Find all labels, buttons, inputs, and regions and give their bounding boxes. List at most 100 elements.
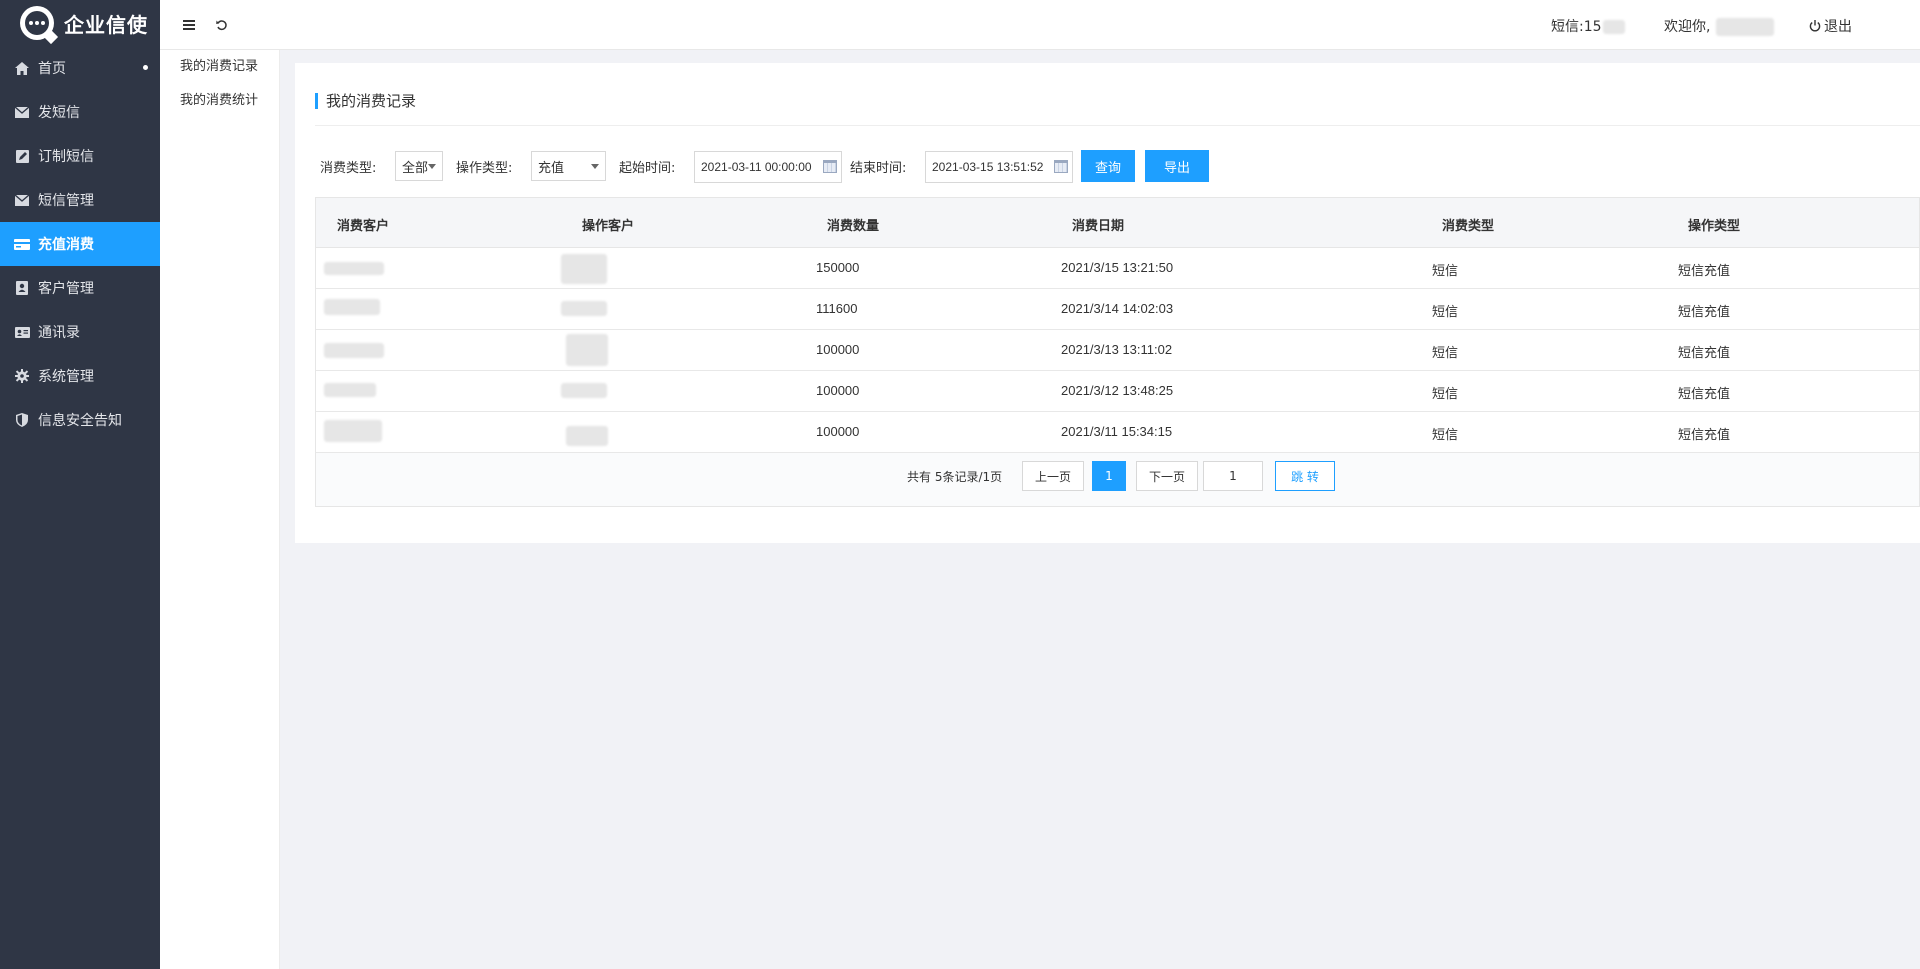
envelope-icon — [14, 104, 30, 120]
table-row[interactable]: 100000 2021/3/13 13:11:02 短信 短信充值 — [316, 330, 1919, 371]
sidebar-item-label: 通讯录 — [38, 325, 80, 341]
calendar-icon[interactable] — [1054, 160, 1068, 173]
cell-date: 2021/3/11 15:34:15 — [1061, 424, 1173, 439]
table-header: 消费客户 操作客户 消费数量 消费日期 消费类型 操作类型 — [316, 198, 1919, 248]
column-header: 消费日期 — [1072, 219, 1125, 234]
end-time-input[interactable]: 2021-03-15 13:51:52 — [925, 151, 1073, 183]
page-title: 我的消费记录 — [315, 93, 416, 109]
cell-quantity: 150000 — [816, 260, 860, 275]
page-number-input[interactable]: 1 — [1203, 461, 1263, 491]
column-header: 消费类型 — [1442, 219, 1495, 234]
column-header: 消费数量 — [827, 219, 880, 234]
cell-op-type: 短信充值 — [1678, 263, 1731, 278]
edit-icon — [14, 148, 30, 164]
redacted-customer — [324, 299, 380, 315]
end-time-value: 2021-03-15 13:51:52 — [932, 160, 1044, 174]
chevron-down-icon — [428, 164, 436, 169]
table-row[interactable]: 111600 2021/3/14 14:02:03 短信 短信充值 — [316, 289, 1919, 330]
main-panel: 我的消费记录 消费类型: 全部 操作类型: 充值 起始时间: 2021-03-1… — [295, 63, 1920, 543]
cell-quantity: 100000 — [816, 383, 860, 398]
pagination-summary: 共有 5条记录/1页 — [907, 470, 1003, 484]
start-time-input[interactable]: 2021-03-11 00:00:00 — [694, 151, 842, 183]
cell-consume-type: 短信 — [1432, 427, 1459, 442]
redacted-operator — [566, 426, 608, 446]
consume-type-select[interactable]: 全部 — [395, 151, 443, 181]
op-type-value: 充值 — [538, 160, 565, 176]
sidebar-item-custom-sms[interactable]: 订制短信 — [0, 134, 160, 178]
cell-quantity: 100000 — [816, 342, 860, 357]
cell-op-type: 短信充值 — [1678, 386, 1731, 401]
redacted-operator — [561, 301, 607, 316]
chat-bubble-logo-icon — [20, 6, 59, 45]
sidebar-item-home[interactable]: 首页 — [0, 46, 160, 90]
sub-nav: 我的消费记录 我的消费统计 — [160, 50, 280, 969]
main-nav: 首页 发短信 订制短信 短信管理 充值消费 客户管理 通讯录 系统管理 信息安全… — [0, 46, 160, 442]
sidebar-item-customers[interactable]: 客户管理 — [0, 266, 160, 310]
next-page-button[interactable]: 下一页 — [1136, 461, 1198, 491]
refresh-icon[interactable] — [212, 15, 232, 35]
op-type-select[interactable]: 充值 — [531, 151, 606, 181]
cell-date: 2021/3/13 13:11:02 — [1061, 342, 1173, 357]
go-to-page-button[interactable]: 跳 转 — [1275, 461, 1335, 491]
redacted-operator — [561, 254, 607, 284]
top-bar: 短信:15 欢迎你, 退出 — [160, 0, 1920, 50]
redacted-value — [1602, 20, 1625, 34]
menu-toggle-icon[interactable] — [179, 15, 199, 35]
cell-date: 2021/3/15 13:21:50 — [1061, 260, 1174, 275]
credit-card-icon — [14, 236, 30, 252]
logout-button[interactable]: 退出 — [1809, 16, 1852, 36]
prev-page-button[interactable]: 上一页 — [1022, 461, 1084, 491]
redacted-operator — [566, 334, 608, 366]
welcome-user: 欢迎你, — [1664, 16, 1775, 36]
sidebar-item-label: 系统管理 — [38, 369, 94, 385]
column-header: 操作类型 — [1688, 219, 1741, 234]
cell-consume-type: 短信 — [1432, 263, 1459, 278]
export-button[interactable]: 导出 — [1145, 150, 1209, 182]
sidebar-item-label: 信息安全告知 — [38, 413, 122, 429]
column-header: 操作客户 — [582, 219, 635, 234]
cell-quantity: 111600 — [816, 301, 858, 316]
redacted-operator — [561, 383, 607, 398]
sidebar-item-system[interactable]: 系统管理 — [0, 354, 160, 398]
sidebar-item-security-notice[interactable]: 信息安全告知 — [0, 398, 160, 442]
cell-op-type: 短信充值 — [1678, 304, 1731, 319]
sidebar-item-label: 客户管理 — [38, 281, 94, 297]
redacted-customer — [324, 343, 384, 358]
sidebar-item-send-sms[interactable]: 发短信 — [0, 90, 160, 134]
sidebar-item-recharge[interactable]: 充值消费 — [0, 222, 160, 266]
table-row[interactable]: 150000 2021/3/15 13:21:50 短信 短信充值 — [316, 248, 1919, 289]
cell-quantity: 100000 — [816, 424, 860, 439]
sidebar: 企业信使 首页 发短信 订制短信 短信管理 充值消费 客户管理 通讯录 系统管理… — [0, 0, 160, 969]
logout-label: 退出 — [1824, 19, 1852, 35]
sidebar-item-label: 充值消费 — [38, 237, 94, 253]
gear-icon — [14, 368, 30, 384]
table-row[interactable]: 100000 2021/3/11 15:34:15 短信 短信充值 — [316, 412, 1919, 453]
divider — [315, 125, 1920, 126]
redacted-customer — [324, 262, 384, 275]
cell-date: 2021/3/14 14:02:03 — [1061, 301, 1174, 316]
cell-op-type: 短信充值 — [1678, 345, 1731, 360]
end-time-label: 结束时间: — [850, 160, 907, 176]
cell-consume-type: 短信 — [1432, 345, 1459, 360]
shield-icon — [14, 412, 30, 428]
logo[interactable]: 企业信使 — [0, 0, 160, 46]
table-row[interactable]: 100000 2021/3/12 13:48:25 短信 短信充值 — [316, 371, 1919, 412]
cell-op-type: 短信充值 — [1678, 427, 1731, 442]
current-page-button[interactable]: 1 — [1092, 461, 1126, 491]
cell-consume-type: 短信 — [1432, 304, 1459, 319]
consume-type-label: 消费类型: — [320, 160, 377, 176]
sidebar-item-label: 短信管理 — [38, 193, 94, 209]
sidebar-item-contacts[interactable]: 通讯录 — [0, 310, 160, 354]
query-button[interactable]: 查询 — [1081, 150, 1135, 182]
sidebar-item-label: 订制短信 — [38, 149, 94, 165]
calendar-icon[interactable] — [823, 160, 837, 173]
subnav-item-records[interactable]: 我的消费记录 — [160, 50, 279, 84]
redacted-customer — [324, 420, 382, 442]
contact-book-icon — [14, 280, 30, 296]
op-type-label: 操作类型: — [456, 160, 513, 176]
cell-consume-type: 短信 — [1432, 386, 1459, 401]
sidebar-item-sms-manage[interactable]: 短信管理 — [0, 178, 160, 222]
sms-balance: 短信:15 — [1551, 16, 1625, 36]
subnav-item-stats[interactable]: 我的消费统计 — [160, 84, 279, 118]
welcome-text: 欢迎你, — [1664, 19, 1711, 35]
